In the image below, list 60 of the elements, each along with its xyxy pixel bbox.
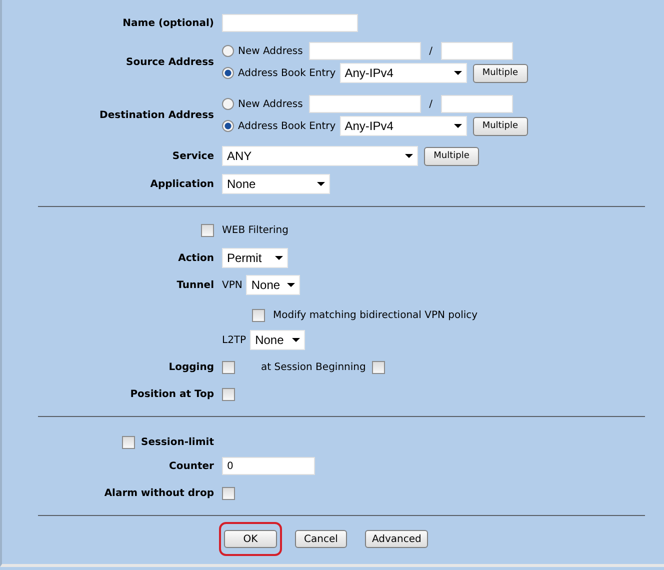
checkbox-label: at Session Beginning <box>261 362 366 372</box>
ok-button[interactable]: OK <box>224 530 277 548</box>
separator-text: / <box>428 46 434 56</box>
checkbox[interactable] <box>222 360 235 374</box>
radio-button[interactable] <box>222 45 234 57</box>
cancel-button[interactable]: Cancel <box>295 530 347 548</box>
caret-icon <box>292 338 300 342</box>
multiple-button[interactable]: Multiple <box>424 146 479 166</box>
caret-icon <box>287 283 296 287</box>
field-label: Counter <box>169 460 214 472</box>
field-label: L2TP <box>222 334 246 346</box>
field-label: Tunnel <box>176 280 214 290</box>
dropdown[interactable]: Any-IPv4 <box>340 63 467 83</box>
input-field[interactable] <box>440 42 513 60</box>
dropdown[interactable]: Permit <box>222 248 288 268</box>
option-label: Address Book Entry <box>238 68 336 78</box>
field-label: Name (optional) <box>122 18 214 28</box>
input-field[interactable] <box>222 14 358 32</box>
dropdown[interactable]: None <box>246 275 300 295</box>
radio-button[interactable] <box>222 67 234 79</box>
checkbox-label: WEB Filtering <box>222 224 288 236</box>
input-field[interactable]: 0 <box>222 457 315 475</box>
option-label: New Address <box>238 98 303 110</box>
field-label: Action <box>178 252 214 264</box>
dropdown[interactable]: Any-IPv4 <box>340 116 467 136</box>
option-label: Address Book Entry <box>238 120 336 132</box>
dropdown[interactable]: None <box>222 174 330 194</box>
multiple-button[interactable]: Multiple <box>472 64 528 82</box>
field-label: Position at Top <box>130 388 214 400</box>
checkbox[interactable] <box>372 360 385 374</box>
input-field[interactable] <box>440 95 513 113</box>
caret-icon <box>275 256 283 260</box>
dropdown[interactable]: None <box>250 330 306 350</box>
checkbox[interactable] <box>222 486 235 500</box>
field-label: Destination Address <box>100 110 214 120</box>
caret-icon <box>405 154 413 158</box>
checkbox[interactable] <box>222 388 235 400</box>
field-label: Alarm without drop <box>104 488 214 498</box>
field-label: VPN <box>222 280 242 290</box>
checkbox-label: Session-limit <box>141 436 214 448</box>
field-label: Source Address <box>126 56 214 68</box>
checkbox[interactable] <box>252 308 265 322</box>
advanced-button[interactable]: Advanced <box>365 530 428 548</box>
option-label: New Address <box>238 46 303 56</box>
radio-button[interactable] <box>222 98 234 110</box>
checkbox-label: Modify matching bidirectional VPN policy <box>273 310 478 320</box>
input-field[interactable] <box>308 42 421 60</box>
checkbox[interactable] <box>201 224 214 236</box>
separator-text: / <box>428 98 434 110</box>
radio-button[interactable] <box>222 120 234 132</box>
caret-icon <box>454 124 462 128</box>
multiple-button[interactable]: Multiple <box>472 116 528 136</box>
dropdown[interactable]: ANY <box>222 146 418 166</box>
input-field[interactable] <box>308 95 421 113</box>
caret-icon <box>454 71 462 75</box>
field-label: Logging <box>168 362 214 372</box>
checkbox[interactable] <box>122 436 136 448</box>
caret-icon <box>317 182 325 186</box>
field-label: Application <box>150 178 214 190</box>
field-label: Service <box>172 150 214 162</box>
